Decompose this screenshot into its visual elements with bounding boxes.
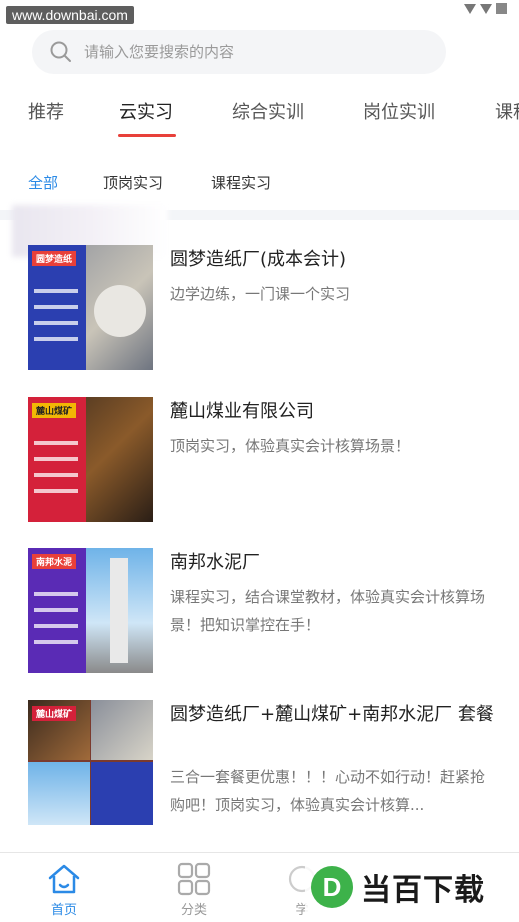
brand-watermark: D 当百下载 <box>305 858 513 916</box>
thumbnail-tag: 麓山煤矿 <box>32 403 77 418</box>
tab-recommend[interactable]: 推荐 <box>28 98 64 124</box>
nav-category[interactable]: 分类 <box>154 861 234 918</box>
item-thumbnail: 南邦水泥 <box>28 548 153 673</box>
search-input[interactable] <box>84 43 384 61</box>
item-title: 南邦水泥厂 <box>170 552 260 573</box>
item-thumbnail: 麓山煤矿 <box>28 397 153 522</box>
signal-icon <box>480 3 492 14</box>
item-title: 圆梦造纸厂(成本会计) <box>170 249 347 270</box>
watermark-text: www.downbai.com <box>6 6 134 24</box>
item-description: 边学边练，一门课一个实习 <box>170 285 351 303</box>
item-thumbnail: 圆梦造纸 <box>28 245 153 370</box>
subtab-all[interactable]: 全部 <box>28 172 58 193</box>
brand-text: 当百下载 <box>361 873 485 908</box>
item-description: 顶岗实习，体验真实会计核算场景！ <box>170 437 411 455</box>
tab-course[interactable]: 课程 <box>495 98 519 124</box>
list-item[interactable]: 南邦水泥 南邦水泥厂 课程实习，结合课堂教材，体验真实会计核算场景！把知识掌控在… <box>0 548 519 678</box>
list-item[interactable]: 麓山煤矿 麓山煤业有限公司 顶岗实习，体验真实会计核算场景！ <box>0 397 519 527</box>
sub-tabs: 全部 顶岗实习 课程实习 <box>0 168 519 198</box>
list-item[interactable]: 麓山煤矿 圆梦造纸厂+麓山煤矿+南邦水泥厂 套餐 三合一套餐更优惠！！！心动不如… <box>0 700 519 830</box>
tab-cloud-internship[interactable]: 云实习 <box>119 98 173 124</box>
item-description: 课程实习，结合课堂教材，体验真实会计核算场景！把知识掌控在手！ <box>170 588 486 634</box>
item-thumbnail: 麓山煤矿 <box>28 700 153 825</box>
thumbnail-tag: 南邦水泥 <box>32 554 77 569</box>
status-bar: www.downbai.com <box>0 0 519 24</box>
search-icon <box>50 41 72 63</box>
brand-logo: D <box>311 866 353 908</box>
thumbnail-tag: 圆梦造纸 <box>32 251 77 266</box>
home-icon <box>48 864 80 894</box>
search-bar[interactable] <box>32 30 446 74</box>
grid-icon <box>177 862 211 896</box>
status-icons <box>464 3 507 14</box>
category-tabs: 推荐 云实习 综合实训 岗位实训 课程 <box>0 88 519 138</box>
thumbnail-tag: 麓山煤矿 <box>32 706 77 721</box>
nav-home[interactable]: 首页 <box>24 861 104 918</box>
active-tab-indicator <box>118 134 176 137</box>
list-item[interactable]: 圆梦造纸 圆梦造纸厂(成本会计) 边学边练，一门课一个实习 <box>0 245 519 375</box>
item-title: 麓山煤业有限公司 <box>170 401 314 422</box>
wifi-icon <box>464 3 476 14</box>
nav-category-label: 分类 <box>180 903 207 918</box>
item-description: 三合一套餐更优惠！！！心动不如行动！赶紧抢购吧！顶岗实习，体验真实会计核算... <box>170 768 486 814</box>
battery-icon <box>496 3 507 14</box>
subtab-course-internship[interactable]: 课程实习 <box>211 172 271 193</box>
tab-position-training[interactable]: 岗位实训 <box>363 98 435 124</box>
tab-comprehensive-training[interactable]: 综合实训 <box>232 98 304 124</box>
subtab-post-internship[interactable]: 顶岗实习 <box>103 172 163 193</box>
nav-home-label: 首页 <box>50 903 77 918</box>
item-title: 圆梦造纸厂+麓山煤矿+南邦水泥厂 套餐 <box>170 704 494 725</box>
